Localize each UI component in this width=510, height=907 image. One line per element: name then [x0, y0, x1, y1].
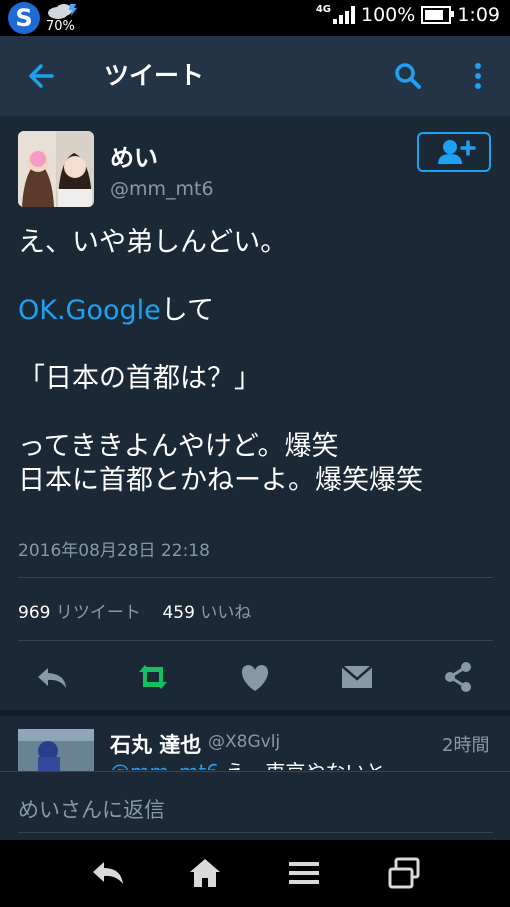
retweet-count-label[interactable]: リツイート — [56, 603, 141, 623]
tweet-stats: 969 リツイート 459 いいね — [18, 598, 251, 623]
follow-button[interactable] — [417, 132, 491, 172]
tweet-timestamp: 2016年08月28日 22:18 — [18, 541, 210, 561]
weather-icon — [48, 4, 77, 19]
more-vert-icon[interactable] — [466, 56, 490, 96]
retweet-count[interactable]: 969 — [18, 603, 50, 623]
reply-input[interactable]: めいさんに返信 — [18, 794, 165, 824]
reply-icon[interactable] — [32, 660, 72, 694]
tweet-text-span: して — [160, 295, 214, 326]
battery-icon — [421, 6, 455, 24]
tweet-line: ってききよんやけど。爆笑 — [18, 431, 339, 462]
reply-author-handle[interactable]: @X8Gvlj — [208, 732, 280, 752]
tweet-line: OK.Googleして — [18, 294, 423, 328]
reply-author-name[interactable]: 石丸 達也 — [110, 729, 201, 759]
tweet-text: え、いや弟しんどい。 OK.Googleして 「日本の首都は？」 ってききよんや… — [18, 226, 423, 498]
tweet-line: 日本に首都とかねーよ。爆笑爆笑 — [18, 465, 423, 496]
network-type: 4G — [315, 3, 331, 15]
reply-text: @mm_mt6 え、東京やないと — [110, 756, 385, 770]
avatar[interactable] — [18, 131, 94, 207]
status-indicators: 4G 100% 1:09 — [315, 3, 500, 27]
divider — [18, 577, 493, 578]
app-bar: ツイート — [0, 36, 510, 116]
divider — [18, 640, 493, 641]
share-icon[interactable] — [438, 660, 478, 694]
reply-mention[interactable]: @mm_mt6 — [110, 760, 219, 770]
page-title: ツイート — [104, 61, 205, 90]
signal-icon — [333, 6, 355, 24]
add-user-icon — [438, 140, 476, 164]
arrow-left-icon[interactable] — [22, 56, 62, 96]
reply-time: 2時間 — [442, 735, 490, 756]
menu-icon[interactable] — [286, 856, 322, 890]
weather-percent: 70% — [46, 19, 75, 34]
like-count-label[interactable]: いいね — [200, 603, 251, 623]
tweet-actions — [0, 650, 510, 704]
author-name[interactable]: めい — [110, 138, 158, 173]
home-icon[interactable] — [187, 856, 223, 890]
recent-apps-icon[interactable] — [386, 856, 422, 890]
section-separator — [0, 710, 510, 716]
reply-avatar[interactable] — [18, 729, 94, 771]
clock: 1:09 — [457, 4, 500, 26]
author-handle[interactable]: @mm_mt6 — [110, 178, 214, 200]
heart-icon[interactable] — [235, 660, 275, 694]
system-nav-bar — [0, 840, 510, 907]
input-underline — [18, 832, 493, 833]
search-icon[interactable] — [390, 56, 426, 96]
tweet-line: え、いや弟しんどい。 — [18, 227, 288, 258]
like-count[interactable]: 459 — [162, 603, 194, 623]
battery-percent: 100% — [361, 4, 416, 26]
app-icon: S — [8, 2, 40, 34]
status-bar: S 70% 4G 100% 1:09 — [0, 0, 510, 36]
back-icon[interactable] — [90, 856, 126, 890]
reply-compose[interactable]: めいさんに返信 — [0, 771, 510, 841]
reply-body: え、東京やないと — [219, 760, 385, 770]
retweet-icon[interactable] — [133, 660, 173, 694]
tweet-line: 「日本の首都は？」 — [18, 363, 261, 394]
mail-icon[interactable] — [337, 660, 377, 694]
tweet-link[interactable]: OK.Google — [18, 295, 161, 326]
